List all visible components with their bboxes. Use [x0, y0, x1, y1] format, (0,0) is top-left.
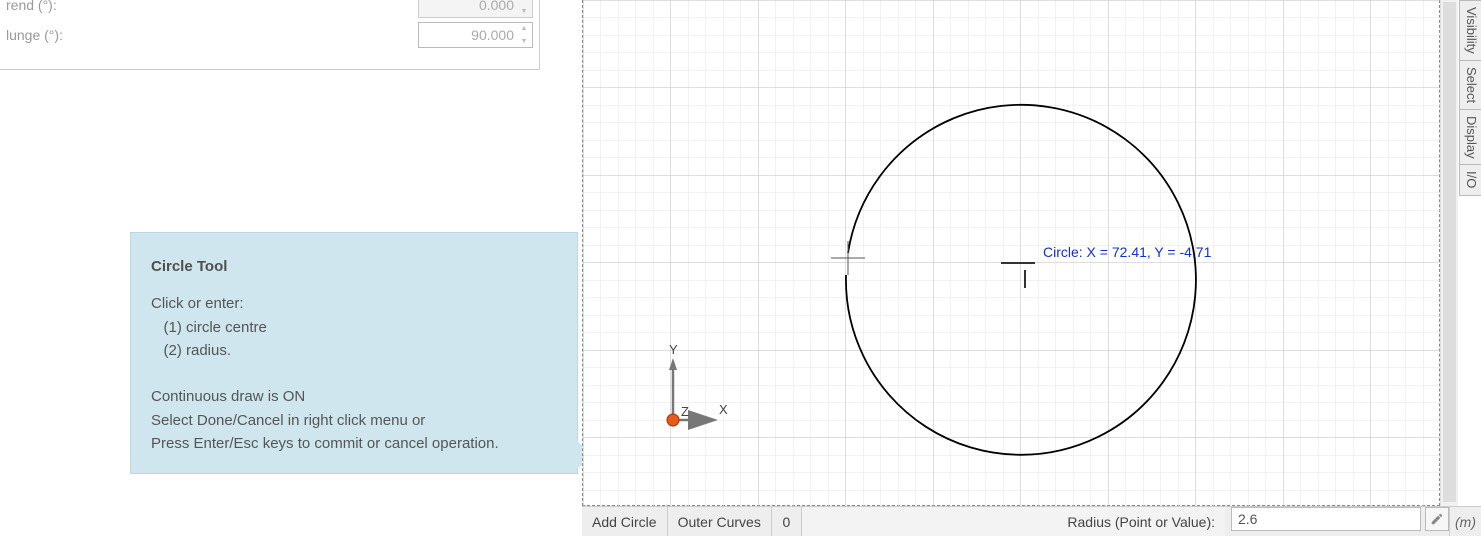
plunge-label: lunge (°):	[6, 27, 418, 43]
tooltip-line: (2) radius.	[151, 339, 557, 362]
radius-value: 2.6	[1238, 511, 1257, 527]
plunge-value: 90.000	[471, 27, 514, 43]
plunge-row: lunge (°): 90.000 ▲▼	[6, 20, 533, 50]
pencil-icon	[1430, 512, 1444, 526]
axis-y-label: Y	[669, 342, 678, 357]
tab-display[interactable]: Display	[1459, 109, 1481, 166]
spinner-icon[interactable]: ▲▼	[518, 25, 530, 45]
tooltip-line: (1) circle centre	[151, 316, 557, 339]
trend-row: rend (°): 0.000 ▲▼	[6, 0, 533, 20]
tooltip-line: Click or enter:	[151, 292, 557, 315]
trend-label: rend (°):	[6, 0, 418, 13]
tooltip-title: Circle Tool	[151, 255, 557, 278]
properties-panel: rend (°): 0.000 ▲▼ lunge (°): 90.000 ▲▼	[0, 0, 540, 70]
spinner-icon[interactable]: ▲▼	[518, 0, 530, 15]
plunge-input[interactable]: 90.000 ▲▼	[418, 22, 533, 48]
radius-prompt: Radius (Point or Value):	[802, 507, 1225, 536]
radius-label: Radius (Point or Value):	[1067, 514, 1215, 530]
tool-hint-popup: Circle Tool Click or enter: (1) circle c…	[130, 232, 578, 474]
vertical-scrollbar[interactable]	[1440, 0, 1458, 506]
tab-select[interactable]: Select	[1459, 60, 1481, 110]
axis-x-label: X	[719, 402, 728, 417]
tooltip-line: Continuous draw is ON	[151, 385, 557, 408]
status-mode[interactable]: Add Circle	[582, 507, 668, 536]
edit-radius-button[interactable]	[1425, 507, 1449, 531]
drawing-canvas[interactable]: X Y Z Circle: X = 72.41, Y = -4.71	[582, 0, 1440, 506]
unit-label: (m)	[1449, 507, 1481, 536]
radius-input[interactable]: 2.6	[1231, 507, 1421, 531]
status-count: 0	[772, 507, 802, 536]
status-bar: Add Circle Outer Curves 0 Radius (Point …	[582, 506, 1481, 536]
tab-io[interactable]: I/O	[1459, 164, 1481, 195]
canvas-svg: X Y Z	[583, 0, 1441, 506]
trend-value: 0.000	[479, 0, 514, 13]
side-tabs: Visibility Select Display I/O	[1459, 0, 1481, 195]
scroll-thumb[interactable]	[1443, 2, 1456, 502]
tooltip-line: Press Enter/Esc keys to commit or cancel…	[151, 432, 557, 455]
trend-input[interactable]: 0.000 ▲▼	[418, 0, 533, 18]
axis-z-label: Z	[681, 404, 689, 419]
status-layer[interactable]: Outer Curves	[668, 507, 772, 536]
cursor-coordinates-label: Circle: X = 72.41, Y = -4.71	[1043, 244, 1211, 260]
tooltip-line: Select Done/Cancel in right click menu o…	[151, 409, 557, 432]
tab-visibility[interactable]: Visibility	[1459, 0, 1481, 61]
